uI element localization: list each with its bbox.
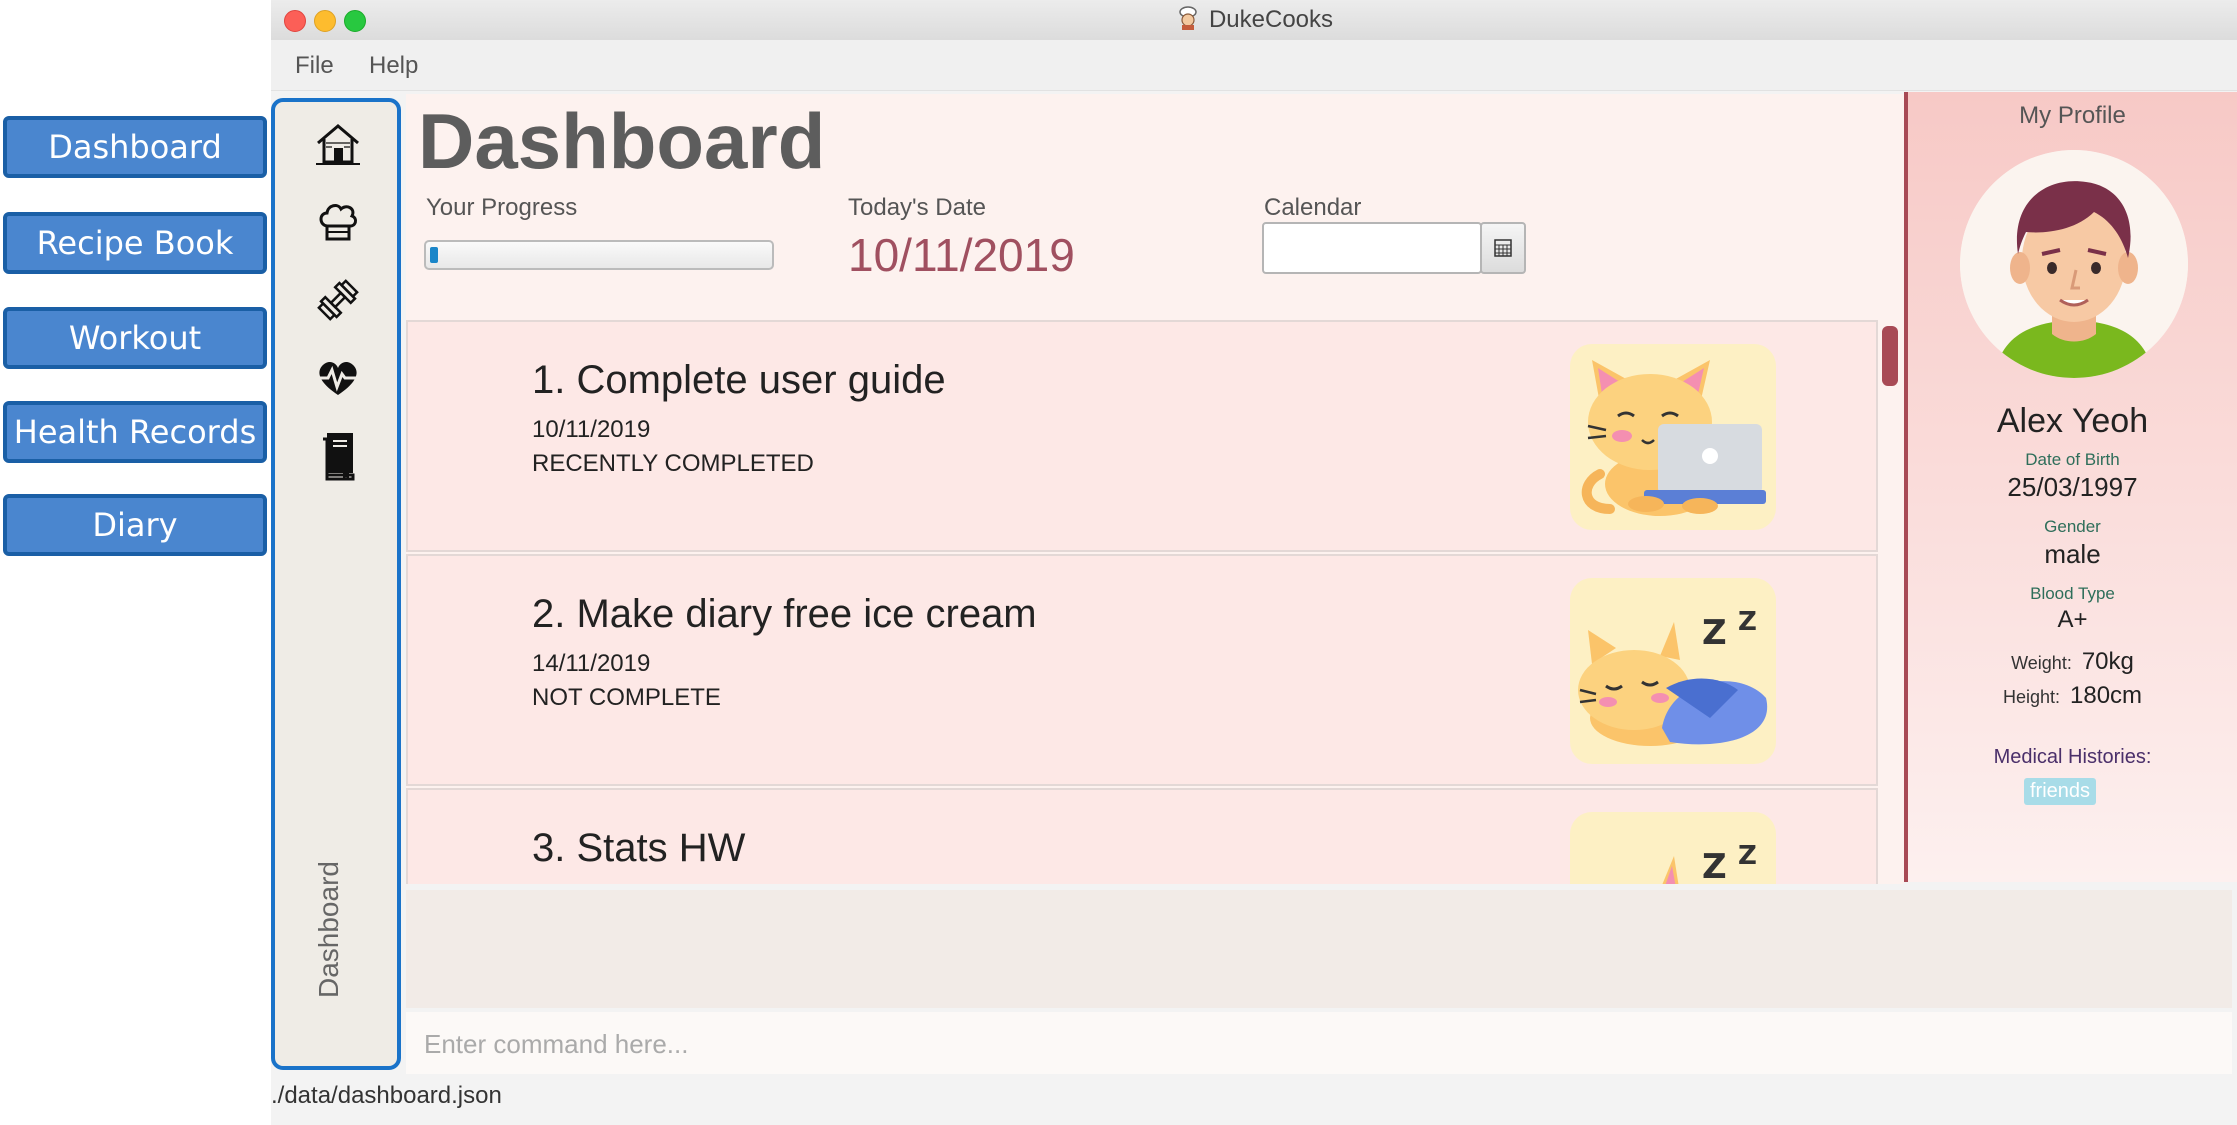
result-display [406,890,2232,1008]
dob-label: Date of Birth [2025,450,2120,469]
callout-workout: Workout [3,307,267,369]
current-page-label: Dashboard [313,861,344,998]
svg-text:Z: Z [1702,613,1727,653]
callout-recipe-book: Recipe Book [3,212,267,274]
gender-label: Gender [2044,517,2101,536]
sidebar-item-diary[interactable] [308,426,368,486]
gender-value: male [2044,539,2101,569]
callout-dashboard: Dashboard [3,116,267,178]
home-icon [316,124,360,165]
title-bar: DukeCooks [271,0,2237,41]
blood-type-label: Blood Type [2030,584,2115,603]
weight-row: Weight: 70kg [1908,648,2237,676]
status-bar-path: ./data/dashboard.json [271,1082,502,1109]
date-label: Today's Date [848,194,986,221]
task-status: NOT COMPLETE [532,684,721,711]
command-input[interactable] [422,1012,2216,1076]
sidebar-item-workout[interactable] [308,270,368,330]
chef-hat-icon [319,204,358,241]
callout-health-records: Health Records [3,401,267,463]
weight-label: Weight: [2011,653,2072,673]
avatar [1960,150,2188,378]
sleeping-cat-icon: Z Z [1570,578,1776,764]
calendar-button[interactable] [1480,222,1526,274]
progress-fill [430,247,438,263]
task-date: 10/11/2019 [532,416,651,443]
task-card[interactable]: 2. Make diary free ice cream 14/11/2019 … [406,554,1878,786]
sleeping-cat-icon: Z Z [1570,812,1776,884]
menu-file[interactable]: File [295,52,334,80]
command-box [406,1012,2232,1076]
diary-book-icon [323,433,355,481]
heartbeat-icon [316,361,360,395]
profile-name: Alex Yeoh [1996,402,2149,440]
cat-with-laptop-icon [1570,344,1776,530]
menu-help[interactable]: Help [369,52,418,80]
svg-text:Z: Z [1738,607,1757,637]
profile-panel: My Profile Alex Yeoh Date of Birth 25/03… [1904,92,2237,882]
sidebar-item-dashboard[interactable] [308,114,368,174]
progress-label: Your Progress [426,194,578,221]
task-card[interactable]: 1. Complete user guide 10/11/2019 RECENT… [406,320,1878,552]
weight-value: 70kg [2081,648,2134,675]
blood-type-value: A+ [2057,606,2088,633]
task-title: 1. Complete user guide [532,358,946,402]
page-title: Dashboard [418,97,826,185]
height-label: Height: [2002,687,2060,707]
menu-bar: File Help [271,40,2237,91]
dob-value: 25/03/1997 [2007,472,2138,502]
task-list-scrollbar[interactable] [1882,326,1898,386]
task-title: 3. Stats HW [532,826,746,870]
callout-diary: Diary [3,494,267,556]
dashboard-panel: Dashboard Your Progress Today's Date 10/… [406,94,1904,884]
calendar-label: Calendar [1264,194,1362,221]
sidebar-item-health-records[interactable] [308,348,368,408]
sidebar-item-recipe-book[interactable] [308,192,368,252]
medical-tag: friends [2024,778,2097,805]
svg-text:Z: Z [1702,847,1727,884]
profile-header: My Profile [2019,102,2126,129]
svg-text:Z: Z [1738,841,1757,871]
calendar-input[interactable] [1262,222,1482,274]
sidebar: Dashboard [271,98,401,1070]
task-status: RECENTLY COMPLETED [532,450,814,477]
calendar-icon [1494,239,1512,257]
task-date: 14/11/2019 [532,650,651,677]
height-value: 180cm [2070,682,2143,709]
progress-bar [424,240,774,270]
dumbbell-icon [317,279,359,321]
app-window: DukeCooks File Help Dashboard Dashboard … [271,0,2237,1125]
task-card[interactable]: 3. Stats HW Z Z [406,788,1878,884]
task-title: 2. Make diary free ice cream [532,592,1037,636]
height-row: Height: 180cm [1908,682,2237,710]
window-title: DukeCooks [1208,6,1334,33]
app-logo-icon [1175,5,1201,36]
medical-histories-label: Medical Histories: [1993,746,2152,768]
todays-date: 10/11/2019 [848,229,1075,281]
